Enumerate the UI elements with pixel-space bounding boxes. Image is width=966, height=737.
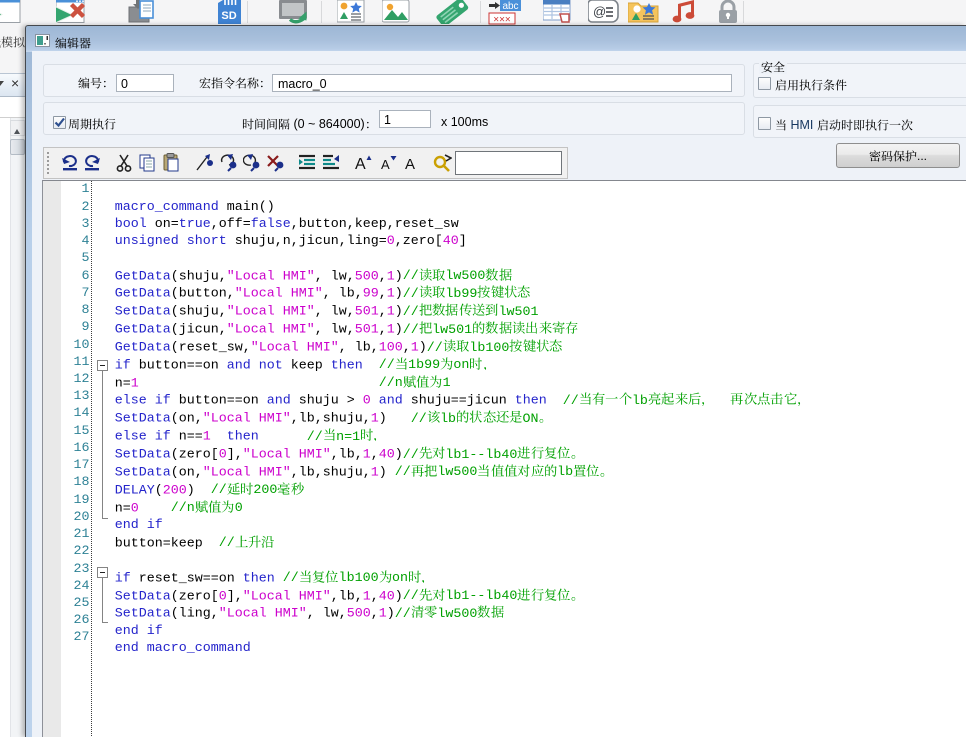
svg-text:A: A [381,157,390,172]
svg-text:SD: SD [221,10,236,22]
svg-text:×××: ××× [493,15,511,26]
svg-text:A: A [355,156,366,173]
svg-text:A: A [405,156,415,173]
svg-text:@: @ [593,4,606,19]
svg-text:abc: abc [502,1,518,12]
